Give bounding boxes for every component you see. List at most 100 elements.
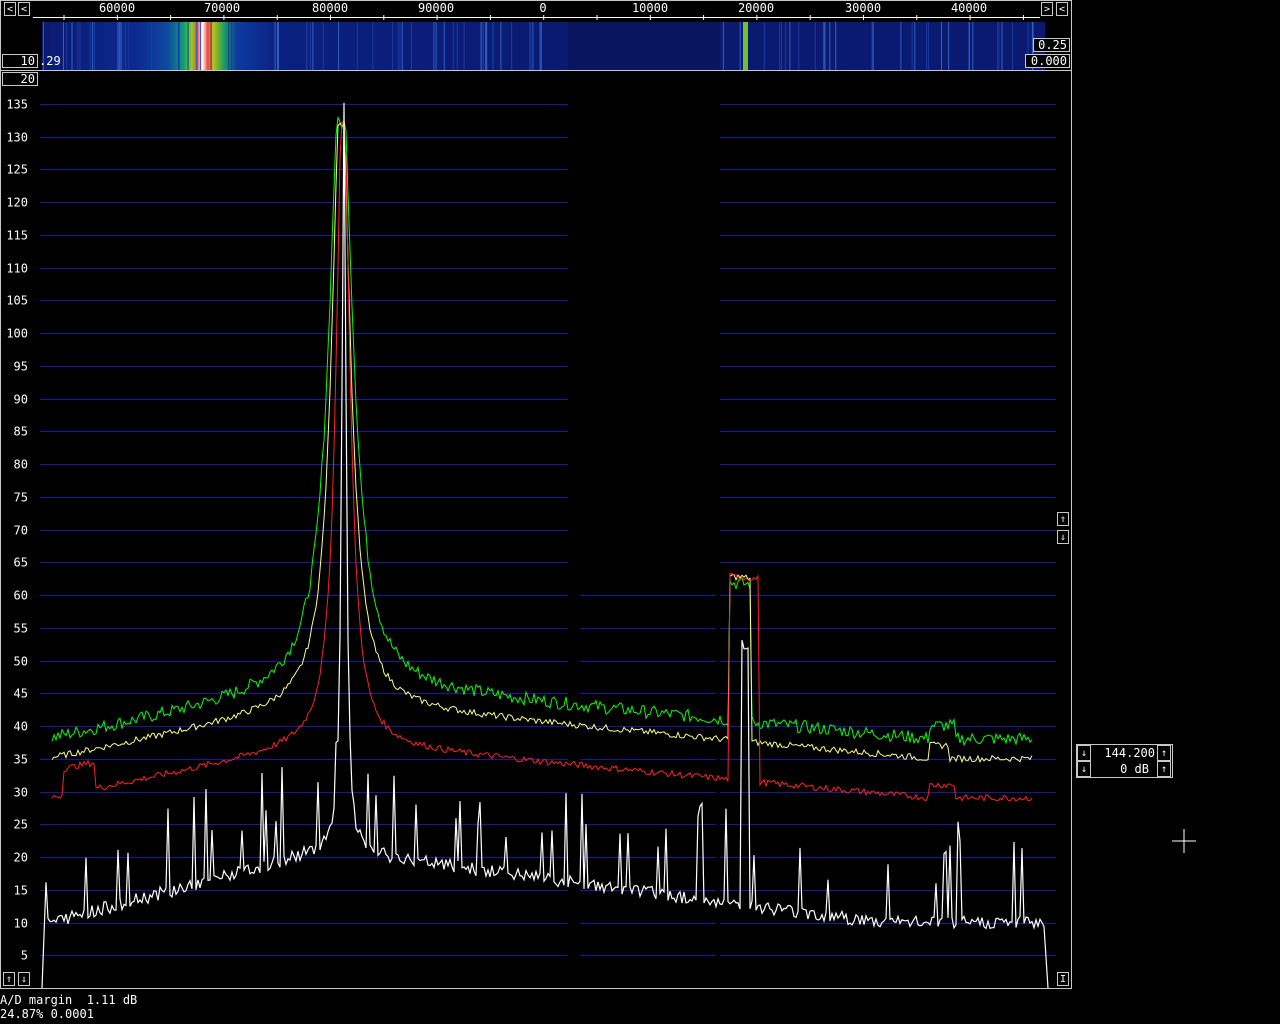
waterfall-streak: [63, 22, 64, 70]
frequency-tick-label: 60000: [99, 1, 135, 15]
scale-down-button[interactable]: ⇓: [1057, 530, 1069, 544]
y-tick-label: 105: [6, 294, 28, 308]
waterfall-streak: [872, 22, 874, 70]
scroll-left-button-2[interactable]: <: [18, 2, 30, 16]
gain-up-button[interactable]: ↑: [1157, 761, 1171, 777]
waterfall-streak: [200, 22, 201, 70]
crosshair-icon: [1172, 829, 1196, 853]
y-tick-label: 50: [14, 655, 28, 669]
spectrum-avg-field[interactable]: 20: [2, 72, 38, 86]
scale-up-button[interactable]: ⇑: [1057, 512, 1069, 526]
y-tick-label: 130: [6, 131, 28, 145]
spectrum-display[interactable]: 60000 70000 80000 90000 0 10000 20000 30000 4000…: [0, 0, 1280, 1024]
y-tick-label: 115: [6, 229, 28, 243]
waterfall-streak: [187, 22, 189, 70]
waterfall-streak: [443, 22, 445, 70]
waterfall-streak: [780, 22, 782, 70]
y-tick-label: 100: [6, 327, 28, 341]
y-tick-label: 125: [6, 163, 28, 177]
waterfall-streak: [411, 22, 412, 70]
bottom-right-button[interactable]: I: [1057, 972, 1069, 986]
y-tick-label: 35: [14, 753, 28, 767]
y-tick-label: 110: [6, 262, 28, 276]
waterfall-streak: [274, 22, 276, 70]
y-tick-label: 60: [14, 589, 28, 603]
waterfall-streak: [779, 22, 781, 70]
down-arrow-icon: ↓: [1080, 764, 1088, 775]
waterfall-streak: [785, 22, 786, 70]
waterfall-streak: [435, 22, 437, 70]
waterfall-streak: [92, 22, 94, 70]
grid: [40, 104, 1056, 956]
waterfall-streak: [900, 22, 902, 70]
waterfall-streak: [789, 22, 791, 70]
scroll-right-button-2[interactable]: <: [1056, 2, 1068, 16]
waterfall-streak: [119, 22, 121, 70]
frequency-tick-label: 80000: [312, 1, 348, 15]
waterfall-zero-field[interactable]: 0.000: [1025, 54, 1070, 68]
freq-up-button[interactable]: ↑: [1157, 745, 1171, 761]
y-tick-label: 65: [14, 556, 28, 570]
waterfall-streak: [814, 22, 816, 70]
bottom-up-button[interactable]: ⇑: [3, 972, 15, 986]
left-arrow-icon: <: [6, 4, 14, 15]
up-arrow-icon: ⇑: [1059, 514, 1067, 525]
waterfall-streak: [456, 22, 458, 70]
frequency-tick-label: 40000: [951, 1, 987, 15]
up-arrow-icon: ↑: [1160, 748, 1168, 759]
waterfall-streak: [486, 22, 487, 70]
gain-down-button[interactable]: ↓: [1077, 761, 1091, 777]
bottom-down-button[interactable]: ⇓: [18, 972, 30, 986]
waterfall-streak: [322, 22, 324, 70]
frequency-tick-label: 10000: [632, 1, 668, 15]
waterfall-streak: [117, 22, 119, 70]
right-arrow-icon: <: [1058, 4, 1066, 15]
waterfall-streak: [77, 22, 79, 70]
waterfall-streak: [914, 22, 916, 70]
right-arrow-icon: >: [1043, 4, 1051, 15]
waterfall-streak: [312, 22, 314, 70]
y-tick-label: 30: [14, 786, 28, 800]
y-tick-label: 120: [6, 196, 28, 210]
waterfall-streak: [120, 22, 122, 70]
waterfall-streak: [763, 22, 765, 70]
ad-margin-status: A/D margin 1.11 dB: [0, 993, 138, 1007]
waterfall-streak: [529, 22, 531, 70]
waterfall-streak: [392, 22, 394, 70]
waterfall-gain-field[interactable]: 0.25: [1033, 38, 1070, 52]
frequency-tick-label: 0: [539, 1, 546, 15]
scroll-left-button[interactable]: <: [4, 2, 16, 16]
y-tick-label: 40: [14, 720, 28, 734]
waterfall-streak: [823, 22, 825, 70]
waterfall-streak: [1011, 22, 1013, 70]
scroll-right-button[interactable]: >: [1041, 2, 1053, 16]
waterfall-streak: [71, 22, 73, 70]
waterfall-streak: [309, 22, 311, 70]
waterfall-avg-field[interactable]: 10: [2, 54, 38, 68]
frequency-tick-label: 30000: [845, 1, 881, 15]
waterfall-streak: [401, 22, 403, 70]
waterfall-streak: [151, 22, 152, 70]
waterfall-streak: [968, 22, 970, 70]
waterfall-streak: [66, 22, 68, 70]
waterfall-streak: [824, 22, 826, 70]
frequency-display: 144.200: [1104, 746, 1155, 760]
waterfall-streak: [433, 22, 435, 70]
up-arrow-icon: ↑: [1160, 764, 1168, 775]
waterfall-streak: [829, 22, 831, 70]
waterfall-streak: [94, 22, 95, 70]
waterfall-streak: [540, 22, 542, 70]
waterfall-streak: [463, 22, 465, 70]
trace-red: [51, 121, 1033, 802]
y-tick-label: 70: [14, 524, 28, 538]
gain-display: 0 dB: [1120, 762, 1149, 776]
waterfall-streak: [399, 22, 401, 70]
waterfall-streak: [911, 22, 913, 70]
freq-down-button[interactable]: ↓: [1077, 745, 1091, 761]
y-tick-label: 80: [14, 458, 28, 472]
waterfall-streak: [998, 22, 1000, 70]
waterfall-streak: [835, 22, 837, 70]
waterfall-streak: [500, 22, 502, 70]
waterfall-streak: [157, 22, 159, 70]
y-tick-label: 85: [14, 425, 28, 439]
